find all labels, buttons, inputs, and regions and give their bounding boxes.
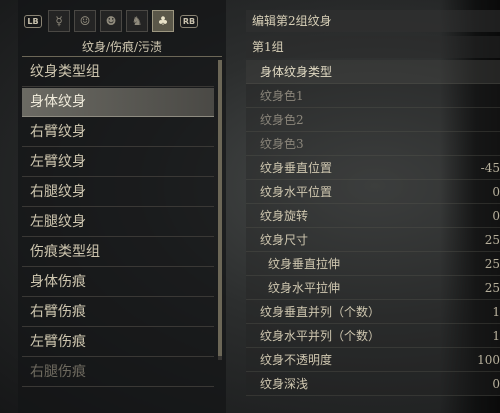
settings-row[interactable]: 纹身色2 bbox=[246, 108, 500, 132]
list-item[interactable]: 右臂伤痕 bbox=[22, 298, 214, 327]
list-item[interactable]: 右腿纹身 bbox=[22, 178, 214, 207]
category-divider bbox=[22, 56, 222, 57]
row-value: 1 bbox=[492, 305, 500, 319]
list-item[interactable]: 伤痕类型组 bbox=[22, 238, 214, 267]
row-label: 身体纹身类型 bbox=[260, 65, 333, 79]
list-item[interactable]: 左腿纹身 bbox=[22, 208, 214, 237]
settings-row[interactable]: 纹身垂直拉伸 25 bbox=[246, 252, 500, 276]
settings-row[interactable]: 纹身色1 bbox=[246, 84, 500, 108]
category-tabs: LB ☿ ☺ ☻ ♞ ♣ RB bbox=[22, 8, 200, 34]
settings-list: 身体纹身类型 纹身色1 纹身色2 纹身色3 纹身垂直位置 -45 纹身水平位置 0 … bbox=[246, 60, 500, 396]
hair-icon: ♞ bbox=[131, 14, 143, 28]
figure-icon: ☿ bbox=[55, 14, 63, 28]
row-label: 纹身尺寸 bbox=[260, 233, 309, 247]
settings-row[interactable]: 纹身色3 bbox=[246, 132, 500, 156]
head-tab[interactable]: ☻ bbox=[100, 10, 122, 32]
edit-panel-title: 编辑第2组纹身 bbox=[246, 10, 500, 32]
row-label: 纹身色1 bbox=[260, 89, 304, 103]
list-scrollbar[interactable] bbox=[218, 60, 222, 360]
settings-row[interactable]: 纹身旋转 0 bbox=[246, 204, 500, 228]
row-value: 25 bbox=[484, 281, 500, 295]
row-value: 1 bbox=[492, 329, 500, 343]
list-item[interactable]: 身体伤痕 bbox=[22, 268, 214, 297]
category-list: 纹身类型组 身体纹身 右臂纹身 左臂纹身 右腿纹身 左腿纹身 伤痕类型组 身体伤… bbox=[22, 58, 214, 388]
rb-button[interactable]: RB bbox=[178, 10, 200, 32]
row-value: 25 bbox=[484, 233, 500, 247]
row-label: 纹身垂直位置 bbox=[260, 161, 333, 175]
row-value: 0 bbox=[492, 185, 500, 199]
settings-row[interactable]: 身体纹身类型 bbox=[246, 60, 500, 84]
face-tab[interactable]: ☺ bbox=[74, 10, 96, 32]
list-item[interactable]: 左臂伤痕 bbox=[22, 328, 214, 357]
body-figure-tab[interactable]: ☿ bbox=[48, 10, 70, 32]
settings-row[interactable]: 纹身水平位置 0 bbox=[246, 180, 500, 204]
row-label: 纹身色2 bbox=[260, 113, 304, 127]
row-value: 0 bbox=[492, 377, 500, 391]
row-value: 0 bbox=[492, 209, 500, 223]
row-label: 纹身不透明度 bbox=[260, 353, 333, 367]
row-label: 纹身水平拉伸 bbox=[268, 281, 341, 295]
row-label: 纹身垂直并列（个数） bbox=[260, 305, 381, 319]
list-item[interactable]: 右腿伤痕 bbox=[22, 358, 214, 387]
category-title: 纹身/伤痕/污渍 bbox=[81, 40, 163, 54]
settings-row[interactable]: 纹身垂直并列（个数） 1 bbox=[246, 300, 500, 324]
settings-row[interactable]: 纹身不透明度 100 bbox=[246, 348, 500, 372]
settings-row[interactable]: 纹身水平拉伸 25 bbox=[246, 276, 500, 300]
settings-row[interactable]: 纹身垂直位置 -45 bbox=[246, 156, 500, 180]
row-label: 纹身垂直拉伸 bbox=[268, 257, 341, 271]
list-item[interactable]: 右臂纹身 bbox=[22, 118, 214, 147]
settings-row[interactable]: 纹身尺寸 25 bbox=[246, 228, 500, 252]
row-label: 纹身深浅 bbox=[260, 377, 309, 391]
row-label: 纹身水平位置 bbox=[260, 185, 333, 199]
tattoo-icon: ♣ bbox=[157, 14, 169, 28]
list-item[interactable]: 纹身类型组 bbox=[22, 58, 214, 87]
face-icon: ☺ bbox=[79, 14, 91, 28]
lb-button[interactable]: LB bbox=[22, 10, 44, 32]
lb-label: LB bbox=[24, 14, 42, 28]
tattoo-tab[interactable]: ♣ bbox=[152, 10, 174, 32]
list-item-selected[interactable]: 身体纹身 bbox=[22, 88, 214, 117]
settings-row[interactable]: 纹身深浅 0 bbox=[246, 372, 500, 396]
row-label: 纹身色3 bbox=[260, 137, 304, 151]
list-item[interactable]: 左臂纹身 bbox=[22, 148, 214, 177]
hair-tab[interactable]: ♞ bbox=[126, 10, 148, 32]
rb-label: RB bbox=[179, 14, 199, 28]
row-value: -45 bbox=[480, 161, 500, 175]
row-value: 100 bbox=[477, 353, 500, 367]
row-label: 纹身旋转 bbox=[260, 209, 309, 223]
right-panel: 编辑第2组纹身 第1组 身体纹身类型 纹身色1 纹身色2 纹身色3 纹身垂直位置… bbox=[246, 0, 500, 413]
row-value: 25 bbox=[484, 257, 500, 271]
group-header[interactable]: 第1组 bbox=[246, 36, 500, 58]
settings-row[interactable]: 纹身水平并列（个数） 1 bbox=[246, 324, 500, 348]
scrollbar-thumb[interactable] bbox=[218, 60, 222, 356]
row-label: 纹身水平并列（个数） bbox=[260, 329, 381, 343]
head-icon: ☻ bbox=[105, 14, 117, 28]
